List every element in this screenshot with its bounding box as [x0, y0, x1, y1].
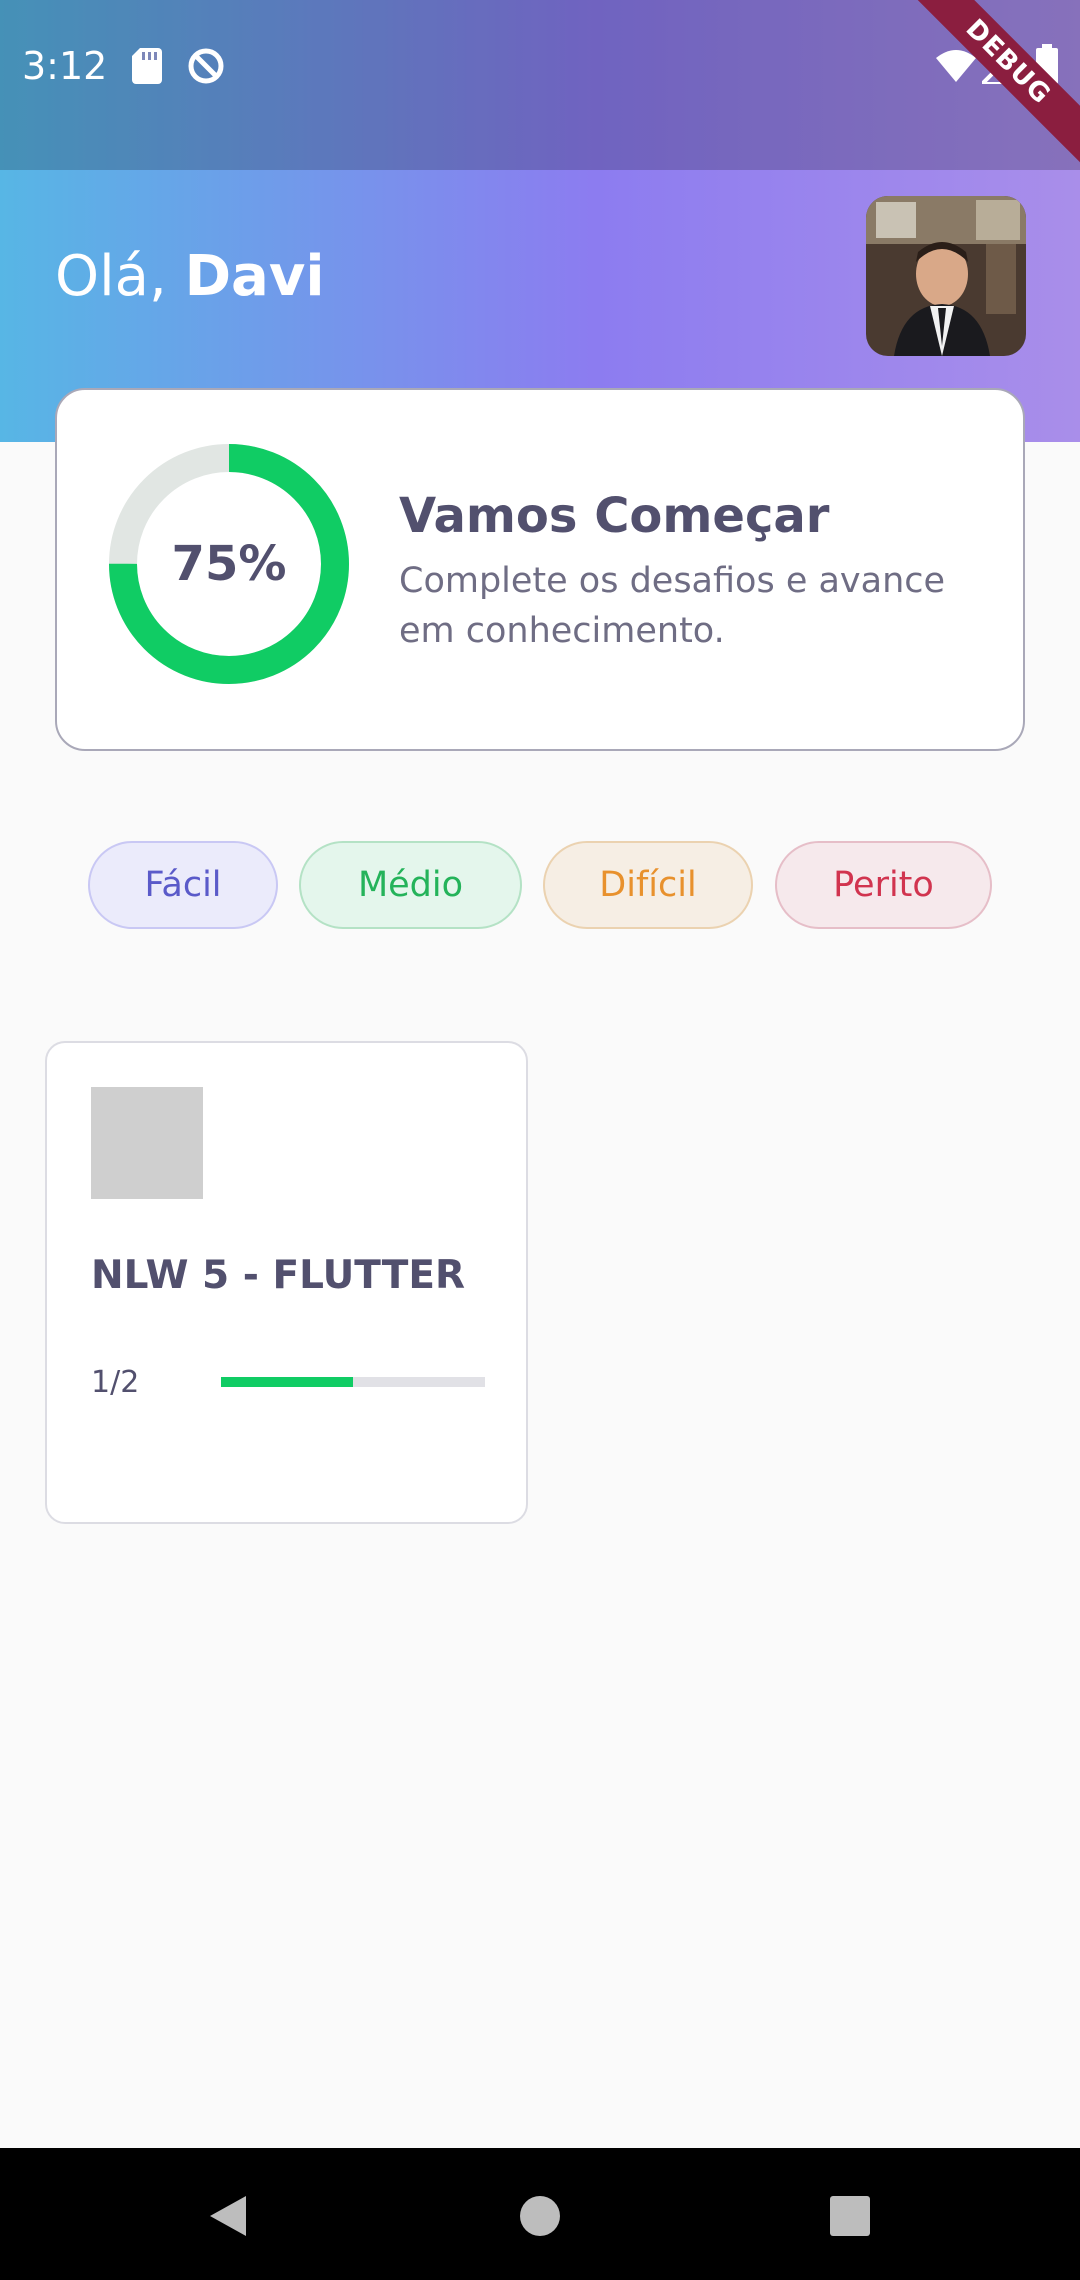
debug-label: DEBUG	[910, 0, 1080, 169]
score-title: Vamos Começar	[399, 488, 830, 544]
sd-card-icon	[132, 48, 162, 84]
quiz-card[interactable]: NLW 5 - FLUTTER 1/2	[45, 1041, 528, 1524]
greeting: Olá, Davi	[55, 244, 325, 309]
quiz-image-placeholder	[91, 1087, 203, 1199]
level-chip-perito[interactable]: Perito	[775, 841, 992, 929]
app-header: 3:12 DEBUG Olá, Davi	[0, 0, 1080, 442]
avatar[interactable]	[866, 196, 1026, 356]
level-chip-dificil[interactable]: Difícil	[543, 841, 753, 929]
recents-icon[interactable]	[810, 2176, 890, 2256]
system-nav-bar	[0, 2148, 1080, 2280]
score-card: 75% Vamos Começar Complete os desafios e…	[55, 388, 1025, 751]
user-name: Davi	[184, 244, 325, 309]
score-subtitle: Complete os desafios e avance em conheci…	[399, 561, 946, 651]
level-chip-medio[interactable]: Médio	[299, 841, 522, 929]
status-bar: 3:12 DEBUG	[0, 0, 1080, 170]
level-chip-facil[interactable]: Fácil	[88, 841, 278, 929]
quiz-title: NLW 5 - FLUTTER	[91, 1253, 466, 1298]
score-percent: 75%	[171, 536, 287, 592]
data-saver-icon	[188, 48, 224, 84]
home-icon[interactable]	[500, 2176, 580, 2256]
avatar-photo	[866, 196, 1026, 356]
quiz-progress-fill	[221, 1377, 353, 1387]
status-time: 3:12	[22, 44, 108, 88]
greeting-prefix: Olá,	[55, 244, 185, 309]
quiz-progress-label: 1/2	[91, 1365, 140, 1400]
quiz-progress-bar	[221, 1377, 485, 1387]
back-icon[interactable]	[188, 2176, 268, 2256]
debug-banner: DEBUG	[910, 0, 1080, 170]
